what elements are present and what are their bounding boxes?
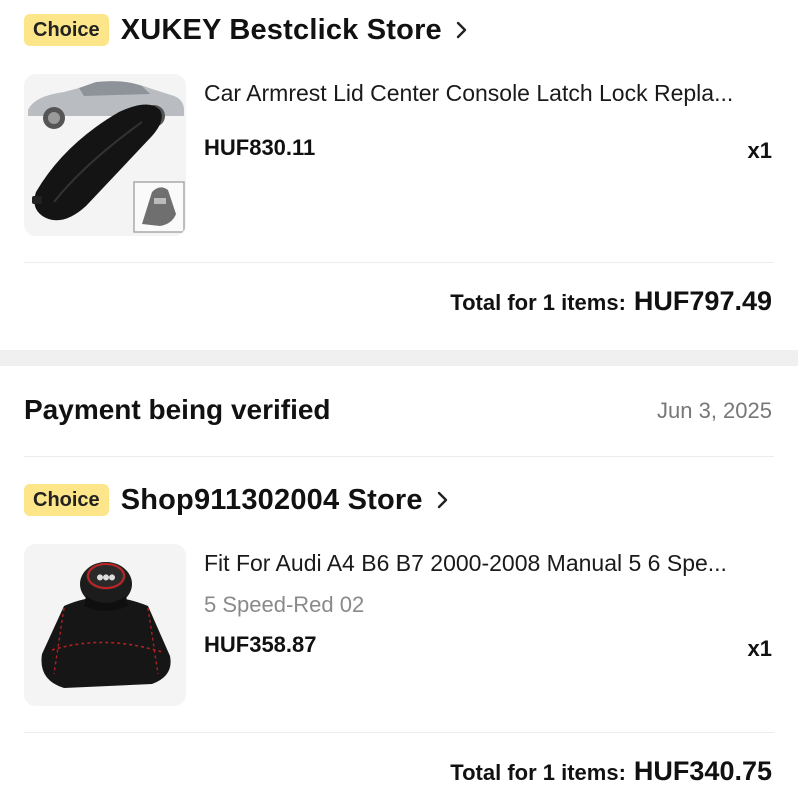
divider [24,456,774,457]
order-card-2: Payment being verified Jun 3, 2025 Choic… [0,366,798,800]
choice-badge: Choice [24,484,109,516]
gear-shift-knob-product-image: ●●● [24,544,186,706]
product-image[interactable] [24,74,186,236]
chevron-right-icon[interactable] [437,491,449,509]
armrest-lid-product-image [24,74,186,236]
order-card-1: Choice XUKEY Bestclick Store Car Armrest… [0,0,798,350]
store-link[interactable]: Choice Shop911302004 Store [24,482,449,518]
order-total: Total for 1 items: HUF340.75 [450,756,772,787]
choice-badge: Choice [24,14,109,46]
divider [24,732,774,733]
product-quantity: x1 [747,138,772,163]
order-status: Payment being verified [24,394,331,425]
product-image[interactable]: ●●● [24,544,186,706]
product-quantity: x1 [747,636,772,661]
store-link[interactable]: Choice XUKEY Bestclick Store [24,12,468,48]
product-title[interactable]: Car Armrest Lid Center Console Latch Loc… [204,80,733,107]
divider [24,262,774,263]
total-value: HUF797.49 [633,286,772,316]
total-value: HUF340.75 [633,756,772,786]
product-variant: 5 Speed-Red 02 [204,592,365,617]
total-label: Total for 1 items: [450,290,626,315]
section-separator [0,350,798,366]
store-name[interactable]: Shop911302004 Store [121,484,423,517]
product-price: HUF358.87 [204,632,317,657]
product-title[interactable]: Fit For Audi A4 B6 B7 2000-2008 Manual 5… [204,550,727,577]
product-price: HUF830.11 [204,135,316,160]
svg-text:●●●: ●●● [97,572,115,583]
store-name[interactable]: XUKEY Bestclick Store [121,14,442,47]
total-label: Total for 1 items: [450,760,626,785]
order-total: Total for 1 items: HUF797.49 [450,286,772,317]
order-date: Jun 3, 2025 [657,398,772,423]
chevron-right-icon[interactable] [456,21,468,39]
